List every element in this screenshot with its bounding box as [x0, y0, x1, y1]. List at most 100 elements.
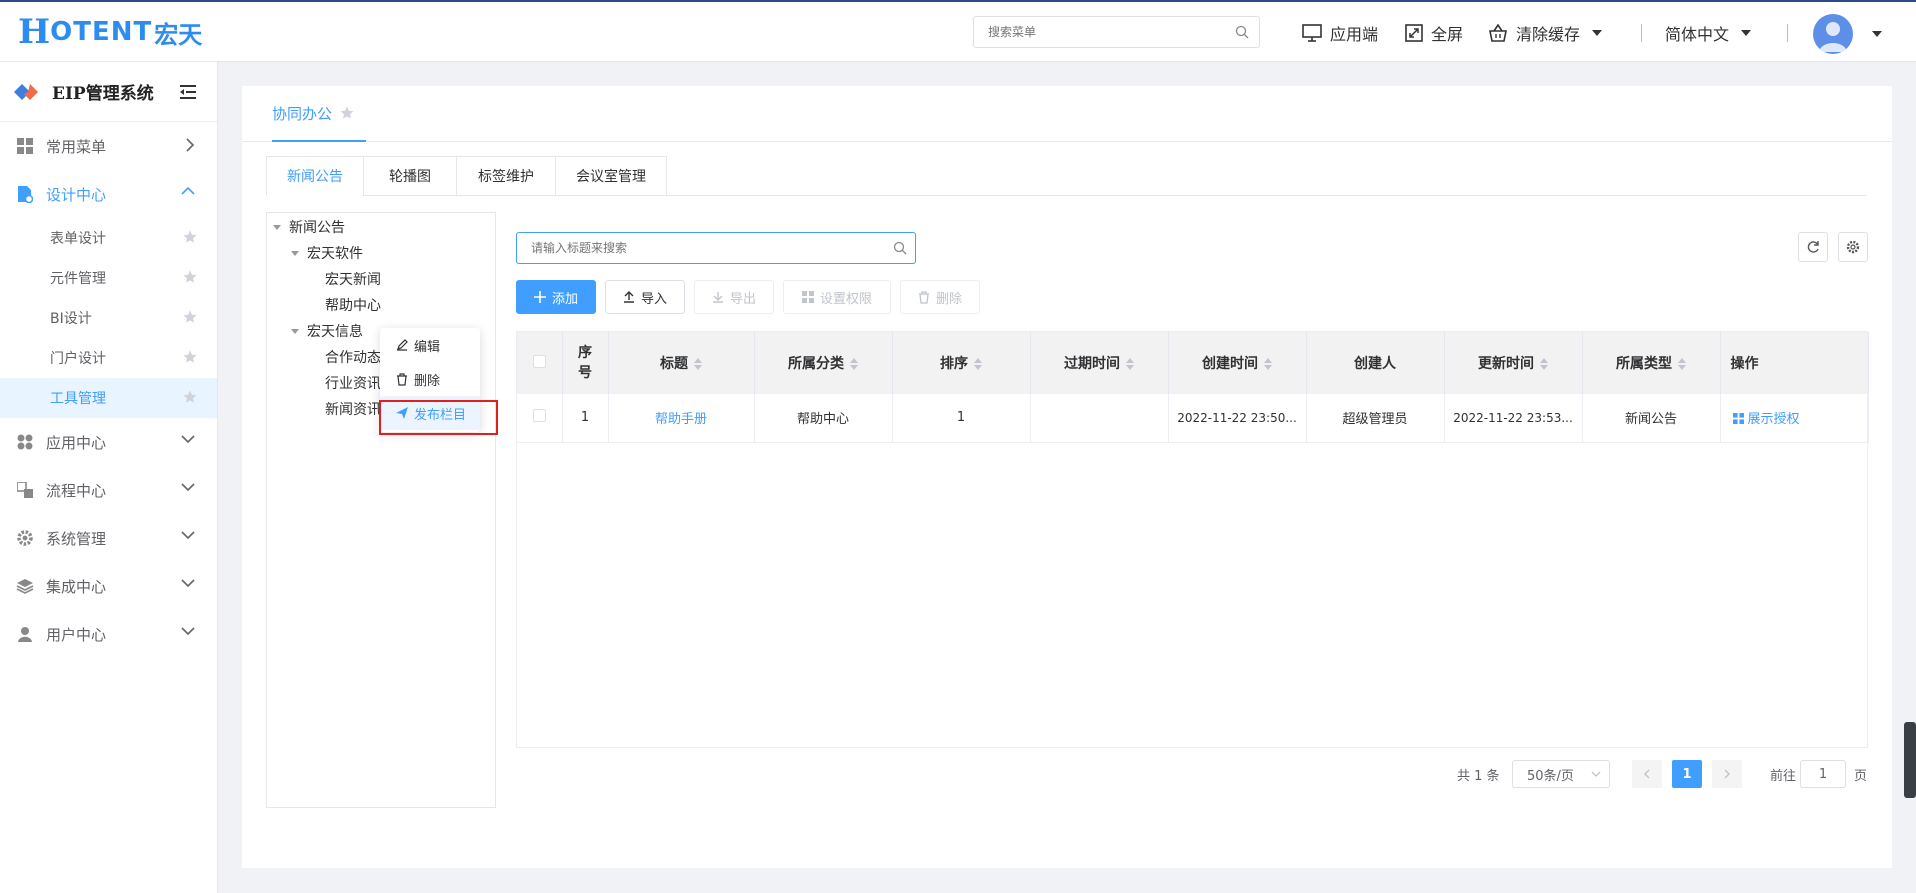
star-icon[interactable] [183, 230, 197, 244]
sort-icon[interactable] [1126, 358, 1134, 370]
caret-down-icon[interactable] [1872, 31, 1882, 37]
title-search-input[interactable] [517, 233, 877, 263]
search-icon[interactable] [1235, 25, 1249, 39]
col-title[interactable]: 标题 [608, 332, 755, 394]
tree-node[interactable]: 合作动态 [325, 347, 381, 367]
page-number-current[interactable]: 1 [1672, 760, 1702, 788]
settings-button[interactable] [1838, 232, 1868, 262]
sort-icon[interactable] [1678, 358, 1686, 370]
grid-icon [1732, 413, 1744, 425]
sort-icon[interactable] [694, 358, 702, 370]
logo-h: H [18, 12, 51, 52]
menu-system[interactable]: 系统管理 [0, 514, 217, 562]
avatar[interactable] [1813, 14, 1853, 54]
prev-page-button[interactable] [1632, 760, 1662, 788]
collapse-menu-icon[interactable] [180, 85, 196, 99]
table-row[interactable]: 1 帮助手册 帮助中心 1 2022-11-22 23:50... 超级管理员 … [517, 394, 1869, 443]
hotent-logo[interactable]: H OTENT 宏天 [18, 14, 202, 50]
context-edit-label: 编辑 [414, 339, 441, 355]
export-button[interactable]: 导出 [694, 280, 774, 314]
next-page-button[interactable] [1712, 760, 1742, 788]
col-updated[interactable]: 更新时间 [1444, 332, 1583, 394]
context-delete[interactable]: 删除 [380, 362, 480, 396]
page-tab-bar: 协同办公 [242, 86, 1892, 142]
chevron-down-icon [181, 483, 195, 492]
search-icon[interactable] [893, 241, 907, 255]
cell-creator: 超级管理员 [1306, 394, 1445, 443]
menu-search-input[interactable] [974, 17, 1214, 47]
col-created[interactable]: 创建时间 [1168, 332, 1307, 394]
delete-button[interactable]: 删除 [900, 280, 980, 314]
col-expire[interactable]: 过期时间 [1030, 332, 1169, 394]
tree-node[interactable]: 新闻资讯 [325, 399, 381, 419]
star-icon[interactable] [340, 106, 354, 120]
sort-icon[interactable] [1540, 358, 1548, 370]
sort-icon[interactable] [974, 358, 982, 370]
menu-design[interactable]: 设计中心 [0, 170, 217, 218]
monitor-icon [1302, 24, 1322, 42]
tab-collab-office[interactable]: 协同办公 [272, 86, 367, 142]
col-type[interactable]: 所属类型 [1582, 332, 1721, 394]
clear-cache-button[interactable]: 清除缓存 [1488, 20, 1603, 46]
tree-node-root[interactable]: 新闻公告 [273, 217, 345, 237]
menu-integration-label: 集成中心 [46, 577, 107, 596]
fullscreen-button[interactable]: 全屏 [1405, 20, 1463, 46]
sort-icon[interactable] [850, 358, 858, 370]
col-creator-label: 创建人 [1354, 356, 1396, 372]
tree-node[interactable]: 行业资讯 [325, 373, 381, 393]
import-button[interactable]: 导入 [605, 280, 685, 314]
side-scroll-handle[interactable] [1904, 722, 1916, 798]
col-order[interactable]: 排序 [892, 332, 1031, 394]
language-select[interactable]: 简体中文 [1665, 20, 1752, 46]
caret-down-icon[interactable] [273, 224, 281, 230]
star-icon[interactable] [183, 390, 197, 404]
menu-users[interactable]: 用户中心 [0, 610, 217, 658]
menu-search[interactable] [973, 16, 1260, 48]
cell-title[interactable]: 帮助手册 [608, 394, 755, 443]
context-edit[interactable]: 编辑 [380, 328, 480, 362]
fullscreen-icon [1405, 24, 1423, 42]
menu-common[interactable]: 常用菜单 [0, 122, 217, 170]
tab-tags[interactable]: 标签维护 [456, 156, 556, 196]
caret-down-icon[interactable] [291, 250, 299, 256]
tree-node-label: 合作动态 [325, 350, 381, 366]
title-link[interactable]: 帮助手册 [655, 412, 707, 427]
sort-icon[interactable] [1264, 358, 1272, 370]
tab-carousel[interactable]: 轮播图 [363, 156, 457, 196]
title-search[interactable] [516, 232, 916, 264]
col-category-label: 所属分类 [788, 356, 844, 372]
show-auth-link[interactable]: 展示授权 [1732, 412, 1800, 427]
sub-item-tools[interactable]: 工具管理 [0, 378, 217, 418]
sub-item-component[interactable]: 元件管理 [0, 258, 217, 298]
tree-node[interactable]: 宏天新闻 [325, 269, 381, 289]
tree-node[interactable]: 宏天信息 [291, 321, 363, 341]
menu-integration[interactable]: 集成中心 [0, 562, 217, 610]
logo-text: OTENT [50, 17, 153, 47]
sub-item-bi[interactable]: BI设计 [0, 298, 217, 338]
caret-down-icon[interactable] [291, 328, 299, 334]
sub-item-form-design[interactable]: 表单设计 [0, 218, 217, 258]
tab-meeting-rooms[interactable]: 会议室管理 [555, 156, 667, 196]
tree-node[interactable]: 帮助中心 [325, 295, 381, 315]
permissions-button[interactable]: 设置权限 [783, 280, 891, 314]
table-header-row: 序号 标题 所属分类 排序 过期时间 创建时间 创建人 更新时间 所属类型 操作 [517, 332, 1869, 394]
tree-node[interactable]: 宏天软件 [291, 243, 363, 263]
sub-item-portal[interactable]: 门户设计 [0, 338, 217, 378]
star-icon[interactable] [183, 310, 197, 324]
col-category[interactable]: 所属分类 [754, 332, 893, 394]
refresh-button[interactable] [1798, 232, 1828, 262]
context-delete-label: 删除 [414, 373, 441, 389]
goto-page-input[interactable]: 1 [1800, 760, 1846, 788]
app-end-button[interactable]: 应用端 [1302, 20, 1378, 46]
menu-flow[interactable]: 流程中心 [0, 466, 217, 514]
menu-apps[interactable]: 应用中心 [0, 418, 217, 466]
add-button[interactable]: 添加 [516, 280, 596, 314]
user-icon [16, 625, 34, 643]
star-icon[interactable] [183, 350, 197, 364]
star-icon[interactable] [183, 270, 197, 284]
page-size-select[interactable]: 50条/页 [1512, 760, 1610, 788]
tab-news[interactable]: 新闻公告 [266, 156, 364, 196]
select-all-checkbox[interactable] [532, 354, 546, 368]
col-index: 序号 [562, 332, 609, 394]
row-checkbox[interactable] [532, 409, 546, 423]
